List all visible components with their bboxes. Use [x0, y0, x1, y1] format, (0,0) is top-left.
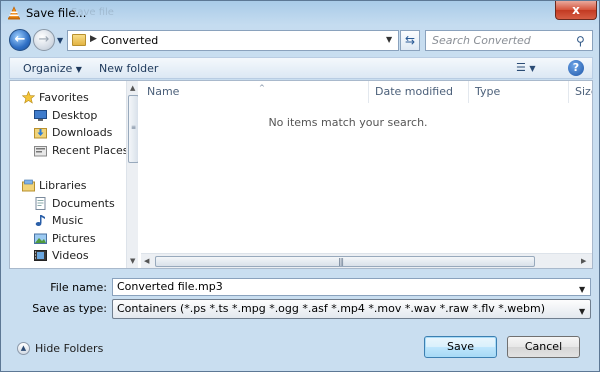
- folder-icon: [72, 34, 86, 46]
- scrollbar-thumb[interactable]: |||: [155, 256, 535, 267]
- new-folder-button[interactable]: New folder: [99, 62, 158, 75]
- downloads-icon: [34, 128, 47, 139]
- file-list-horizontal-scrollbar[interactable]: ◀ ||| ▶: [141, 253, 592, 268]
- refresh-button[interactable]: ⇆: [400, 30, 420, 51]
- column-header-date-modified[interactable]: Date modified: [369, 81, 469, 103]
- nav-item-label: Desktop: [52, 109, 98, 122]
- address-dropdown-icon[interactable]: ▼: [386, 35, 392, 44]
- search-input[interactable]: Search Converted: [432, 34, 531, 47]
- nav-pane-scrollbar[interactable]: ▲ ≡ ▼: [126, 81, 138, 268]
- nav-item-label: Documents: [52, 197, 115, 210]
- column-label: Date modified: [375, 85, 453, 98]
- column-label: Name: [147, 85, 180, 98]
- nav-group-label: Favorites: [39, 91, 89, 104]
- filename-label: File name:: [50, 281, 107, 294]
- view-chevron-icon: ▼: [529, 64, 536, 73]
- nav-item-label: Music: [52, 214, 84, 227]
- search-icon[interactable]: ⚲: [576, 34, 585, 48]
- desktop-icon: [34, 110, 47, 121]
- nav-item-label: Downloads: [52, 126, 113, 139]
- view-options-button[interactable]: ☰ ▼: [516, 61, 536, 74]
- chevron-up-icon: ▲: [17, 342, 30, 355]
- column-label: Type: [475, 85, 501, 98]
- nav-item-label: Pictures: [52, 232, 96, 245]
- organize-label: Organize: [23, 62, 73, 75]
- file-list[interactable]: ^ Name Date modified Type Size No items …: [141, 81, 592, 268]
- filename-field[interactable]: Converted file.mp3 ▼: [112, 278, 591, 296]
- videos-icon: [34, 250, 47, 261]
- vlc-cone-icon: [8, 6, 20, 20]
- documents-icon: [35, 197, 46, 210]
- address-row: ← → ▼ ▶ Converted ▼ ⇆ Search Converted ⚲: [1, 27, 599, 54]
- column-header-name[interactable]: ^ Name: [141, 81, 369, 103]
- nav-item-label: Recent Places: [52, 144, 129, 157]
- navigation-pane: Favorites Desktop Downloads Recent Place…: [10, 81, 138, 268]
- nav-item-label: Videos: [52, 249, 89, 262]
- save-button[interactable]: Save: [424, 336, 497, 358]
- star-icon: [22, 91, 35, 104]
- address-bar[interactable]: ▶ Converted ▼: [67, 30, 399, 51]
- column-label: Size: [575, 85, 592, 98]
- window-title-ghost: Save file: [71, 7, 114, 18]
- column-header-size[interactable]: Size: [569, 81, 592, 103]
- scrollbar-thumb[interactable]: ≡: [128, 95, 138, 163]
- close-button[interactable]: x: [555, 1, 597, 20]
- recent-locations-chevron-icon[interactable]: ▼: [57, 36, 63, 45]
- scroll-up-icon[interactable]: ▲: [130, 84, 135, 92]
- nav-group-label: Libraries: [39, 179, 87, 192]
- search-box[interactable]: Search Converted ⚲: [425, 30, 593, 51]
- save-file-dialog: Save file... Save file x ← → ▼ ▶ Convert…: [0, 0, 600, 372]
- scroll-left-icon[interactable]: ◀: [144, 257, 149, 265]
- breadcrumb-segment[interactable]: Converted: [101, 34, 158, 47]
- filename-dropdown-icon[interactable]: ▼: [579, 282, 585, 298]
- breadcrumb-chevron-icon[interactable]: ▶: [90, 34, 97, 44]
- recent-places-icon: [34, 146, 47, 157]
- back-button[interactable]: ←: [9, 29, 31, 51]
- cancel-button[interactable]: Cancel: [507, 336, 580, 358]
- organize-menu[interactable]: Organize ▼: [23, 62, 82, 75]
- scroll-down-icon[interactable]: ▼: [130, 257, 135, 265]
- music-icon: [35, 215, 45, 226]
- pictures-icon: [34, 233, 47, 244]
- organize-chevron-icon: ▼: [75, 65, 82, 74]
- grip-icon: |||: [338, 257, 344, 266]
- details-view-icon: ☰: [516, 61, 526, 74]
- scroll-right-icon[interactable]: ▶: [581, 257, 586, 265]
- empty-message: No items match your search.: [268, 116, 428, 129]
- save-as-type-select[interactable]: Containers (*.ps *.ts *.mpg *.ogg *.asf …: [112, 299, 591, 319]
- save-as-type-label: Save as type:: [32, 302, 107, 315]
- save-as-type-value: Containers (*.ps *.ts *.mpg *.ogg *.asf …: [117, 302, 546, 315]
- type-dropdown-icon[interactable]: ▼: [579, 303, 585, 321]
- help-icon[interactable]: ?: [568, 60, 584, 76]
- title-bar[interactable]: Save file... Save file x: [1, 1, 599, 25]
- filename-value: Converted file.mp3: [117, 280, 223, 293]
- sort-ascending-icon: ^: [259, 84, 265, 92]
- main-pane: Favorites Desktop Downloads Recent Place…: [9, 80, 593, 269]
- grip-icon: ≡: [131, 124, 137, 131]
- command-toolbar: Organize ▼ New folder ☰ ▼ ?: [9, 57, 593, 79]
- forward-button[interactable]: →: [33, 29, 55, 51]
- hide-folders-label: Hide Folders: [35, 342, 104, 355]
- libraries-icon: [22, 179, 35, 192]
- column-header-type[interactable]: Type: [469, 81, 569, 103]
